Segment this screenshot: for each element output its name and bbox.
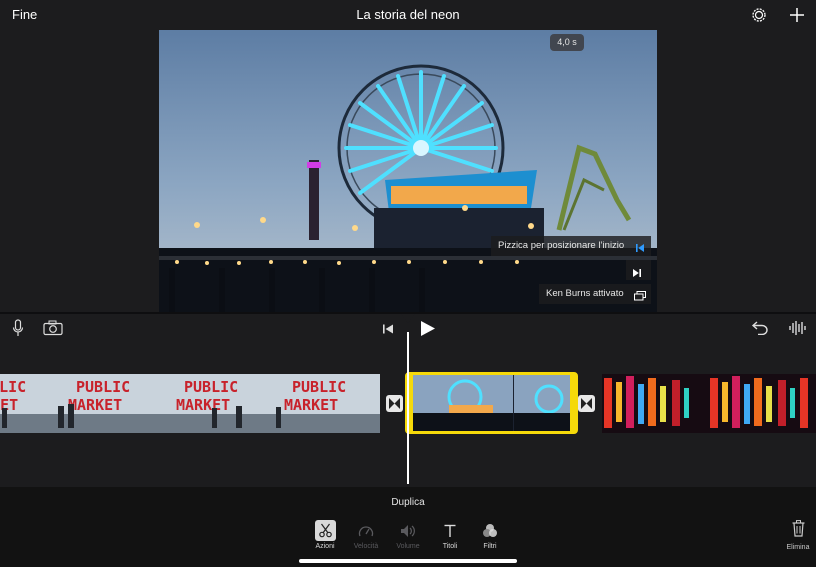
svg-text:PUBLIC: PUBLIC — [184, 378, 238, 396]
trash-icon — [792, 520, 805, 541]
video-preview[interactable]: 4,0 s — [159, 30, 657, 312]
timeline-clip-neon-signs[interactable] — [602, 374, 816, 433]
speaker-icon — [398, 520, 419, 541]
microphone-icon[interactable] — [12, 319, 24, 342]
transition-button-2[interactable] — [578, 395, 595, 412]
svg-text:PUBLIC: PUBLIC — [292, 378, 346, 396]
ken-burns-toggle[interactable]: Ken Burns attivato — [539, 284, 651, 304]
text-icon — [440, 520, 461, 541]
playhead-marker — [401, 314, 415, 323]
selected-clip-frame[interactable] — [405, 372, 578, 434]
tool-label: Azioni — [315, 543, 335, 550]
speedometer-icon — [356, 520, 377, 541]
playhead[interactable] — [407, 332, 409, 484]
ken-burns-status: Ken Burns attivato — [546, 288, 624, 299]
play-icon[interactable] — [420, 320, 436, 342]
project-title: La storia del neon — [356, 7, 460, 22]
ken-burns-start-hint: Pizzica per posizionare l’inizio — [498, 240, 625, 251]
tool-label: Titoli — [442, 543, 458, 550]
viewer-area: 4,0 s Pizzica per posizionare l’inizio K… — [0, 30, 816, 312]
duplicate-action[interactable]: Duplica — [0, 497, 816, 508]
svg-text:MARKET: MARKET — [176, 396, 230, 414]
ken-burns-start-button[interactable]: Pizzica per posizionare l’inizio — [491, 236, 651, 256]
clip-duration-badge: 4,0 s — [550, 34, 584, 51]
svg-text:MARKET: MARKET — [68, 396, 122, 414]
skip-to-end-icon — [632, 265, 642, 283]
delete-button[interactable]: Elimina — [784, 520, 812, 551]
home-indicator — [299, 559, 517, 563]
tool-filters[interactable]: Filtri — [470, 520, 510, 550]
camera-icon[interactable] — [43, 320, 63, 341]
scissors-icon — [314, 520, 336, 541]
tool-label: Velocità — [353, 543, 379, 550]
skip-to-start-icon — [635, 241, 645, 261]
tool-actions[interactable]: Azioni — [305, 520, 345, 550]
tool-speed[interactable]: Velocità — [346, 520, 386, 550]
inspector-panel: Duplica Azioni Velocità Volume Titoli Fi… — [0, 487, 816, 567]
ken-burns-icon — [634, 289, 646, 309]
plus-icon[interactable] — [788, 6, 806, 24]
transition-button-1[interactable] — [386, 395, 403, 412]
gear-icon[interactable] — [750, 6, 768, 24]
undo-icon[interactable] — [751, 320, 769, 340]
svg-text:PUBLIC: PUBLIC — [76, 378, 130, 396]
tool-label: Filtri — [483, 543, 497, 550]
svg-text:PUBLIC: PUBLIC — [0, 378, 26, 396]
filters-icon — [480, 520, 501, 541]
tool-label: Volume — [396, 543, 420, 550]
top-bar: Fine La storia del neon — [0, 0, 816, 30]
timeline-clip-public-market[interactable]: PUBLICMARKET PUBLICMARKET PUBLICMARKET P… — [0, 374, 380, 433]
skip-to-start-icon[interactable] — [382, 322, 394, 340]
tool-volume[interactable]: Volume — [388, 520, 428, 550]
ken-burns-end-button[interactable] — [626, 260, 651, 280]
tool-titles[interactable]: Titoli — [430, 520, 470, 550]
delete-label: Elimina — [786, 544, 810, 551]
waveform-icon[interactable] — [788, 320, 806, 341]
svg-text:MARKET: MARKET — [284, 396, 338, 414]
